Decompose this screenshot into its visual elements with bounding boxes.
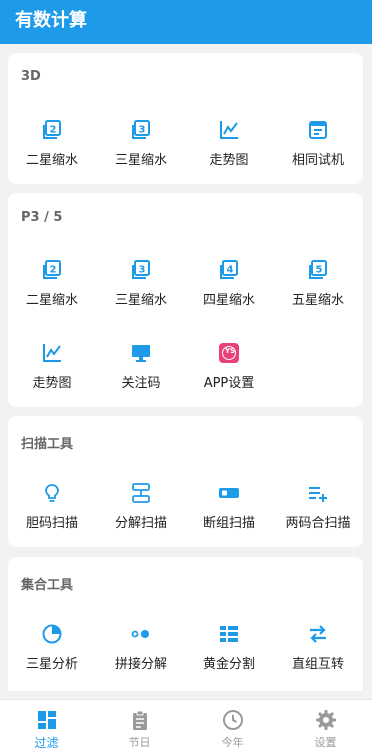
menu-item-label: APP设置	[203, 376, 255, 391]
section-title: 集合工具	[21, 578, 74, 593]
box-5-icon: 5	[309, 260, 327, 279]
tab-this-year[interactable]: 今年	[186, 700, 279, 753]
monitor-icon	[132, 345, 150, 362]
menu-item-label: 直组互转	[291, 657, 344, 672]
menu-item-label: 黄金分割	[202, 657, 255, 672]
app-header: 有数计算	[0, 0, 372, 44]
menu-item-decompose-scan[interactable]: 分解扫描	[97, 482, 185, 531]
menu-item-label: 关注码	[121, 376, 161, 391]
svg-text:4: 4	[227, 265, 234, 276]
grid-list-icon	[220, 626, 238, 642]
menu-item-3d-trend[interactable]: 走势图	[185, 119, 273, 168]
menu-item-label: 两码合扫描	[285, 516, 351, 531]
menu-item-label: 胆码扫描	[25, 516, 78, 531]
section-title: 3D	[21, 69, 41, 84]
dots-icon	[131, 630, 149, 638]
menu-item-break-group-scan[interactable]: 断组扫描	[185, 482, 273, 531]
box-2-icon: 2	[43, 120, 61, 139]
menu-item-two-code-scan[interactable]: 两码合扫描	[274, 482, 362, 531]
section-3d: 3D 2 二星缩水 3 三星缩水 走势图 相同试机	[8, 53, 363, 184]
menu-item-three-star-analysis[interactable]: 三星分析	[8, 623, 96, 672]
menu-item-direct-group-convert[interactable]: 直组互转	[274, 623, 362, 672]
menu-item-label: 四星缩水	[202, 293, 255, 308]
svg-text:3: 3	[139, 125, 146, 136]
menu-item-3d-same-test[interactable]: 相同试机	[274, 119, 362, 168]
menu-item-label: 拼接分解	[114, 657, 167, 672]
svg-text:3: 3	[139, 265, 146, 276]
menu-item-label: 走势图	[209, 153, 249, 168]
menu-item-label: 二星缩水	[25, 153, 78, 168]
menu-item-label: 相同试机	[291, 153, 344, 168]
line-chart-icon	[43, 344, 61, 362]
app-title: 有数计算	[15, 10, 87, 31]
bulb-icon	[45, 484, 59, 502]
menu-item-3d-two-star[interactable]: 2 二星缩水	[8, 119, 96, 168]
box-3-icon: 3	[132, 120, 150, 139]
menu-item-label: 断组扫描	[202, 516, 255, 531]
menu-item-splice-decompose[interactable]: 拼接分解	[97, 623, 185, 672]
tab-label: 节日	[128, 736, 151, 749]
menu-item-label: 二星缩水	[25, 293, 78, 308]
ys-badge-text: YS	[224, 347, 236, 355]
bottom-nav: 过滤 节日 今年 设置	[0, 699, 372, 753]
menu-item-label: 走势图	[32, 376, 72, 391]
tab-label: 今年	[221, 736, 244, 749]
menu-item-p35-three-star[interactable]: 3 三星缩水	[97, 259, 185, 308]
box-3-icon: 3	[132, 260, 150, 279]
note-icon	[309, 121, 327, 139]
tab-label: 设置	[314, 736, 337, 749]
tab-filter[interactable]: 过滤	[0, 700, 93, 753]
box-2-icon: 2	[43, 260, 61, 279]
menu-item-gall-scan[interactable]: 胆码扫描	[8, 482, 96, 531]
swap-icon	[310, 625, 326, 643]
section-title: 扫描工具	[21, 437, 74, 452]
clipboard-icon	[132, 710, 147, 730]
split-icon	[132, 483, 150, 503]
clock-icon	[222, 710, 243, 730]
menu-item-p35-focus-code[interactable]: 关注码	[97, 342, 185, 391]
menu-item-p35-five-star[interactable]: 5 五星缩水	[274, 259, 362, 308]
line-chart-icon	[220, 121, 238, 139]
dashboard-icon	[37, 711, 56, 729]
section-scan-tools: 扫描工具 胆码扫描 分解扫描 断组扫描 两码合扫描	[8, 416, 363, 547]
menu-item-p35-four-star[interactable]: 4 四星缩水	[185, 259, 273, 308]
pie-icon	[42, 624, 62, 644]
menu-item-golden-split[interactable]: 黄金分割	[185, 623, 273, 672]
tab-settings[interactable]: 设置	[279, 700, 372, 753]
section-title: P3 / 5	[21, 210, 63, 225]
menu-item-label: 分解扫描	[114, 516, 167, 531]
svg-text:2: 2	[50, 265, 57, 276]
menu-item-label: 三星缩水	[114, 293, 167, 308]
section-set-tools: 集合工具 三星分析 拼接分解 黄金分割 直组互转	[8, 557, 363, 691]
svg-text:2: 2	[50, 125, 57, 136]
list-add-icon	[309, 487, 327, 502]
menu-item-label: 三星分析	[25, 657, 78, 672]
menu-item-3d-three-star[interactable]: 3 三星缩水	[97, 119, 185, 168]
menu-item-p35-two-star[interactable]: 2 二星缩水	[8, 259, 96, 308]
battery-icon	[219, 488, 239, 498]
menu-item-p35-trend[interactable]: 走势图	[8, 342, 96, 391]
menu-item-label: 三星缩水	[114, 153, 167, 168]
tab-label: 过滤	[34, 736, 59, 750]
gear-icon	[315, 710, 336, 730]
menu-item-label: 五星缩水	[291, 293, 344, 308]
svg-text:5: 5	[316, 265, 323, 276]
box-4-icon: 4	[220, 260, 238, 279]
section-p3-5: P3 / 5 2 二星缩水 3 三星缩水 4 四星缩水 5 五星缩水 走势图 关…	[8, 193, 363, 407]
tab-festival[interactable]: 节日	[93, 700, 186, 753]
